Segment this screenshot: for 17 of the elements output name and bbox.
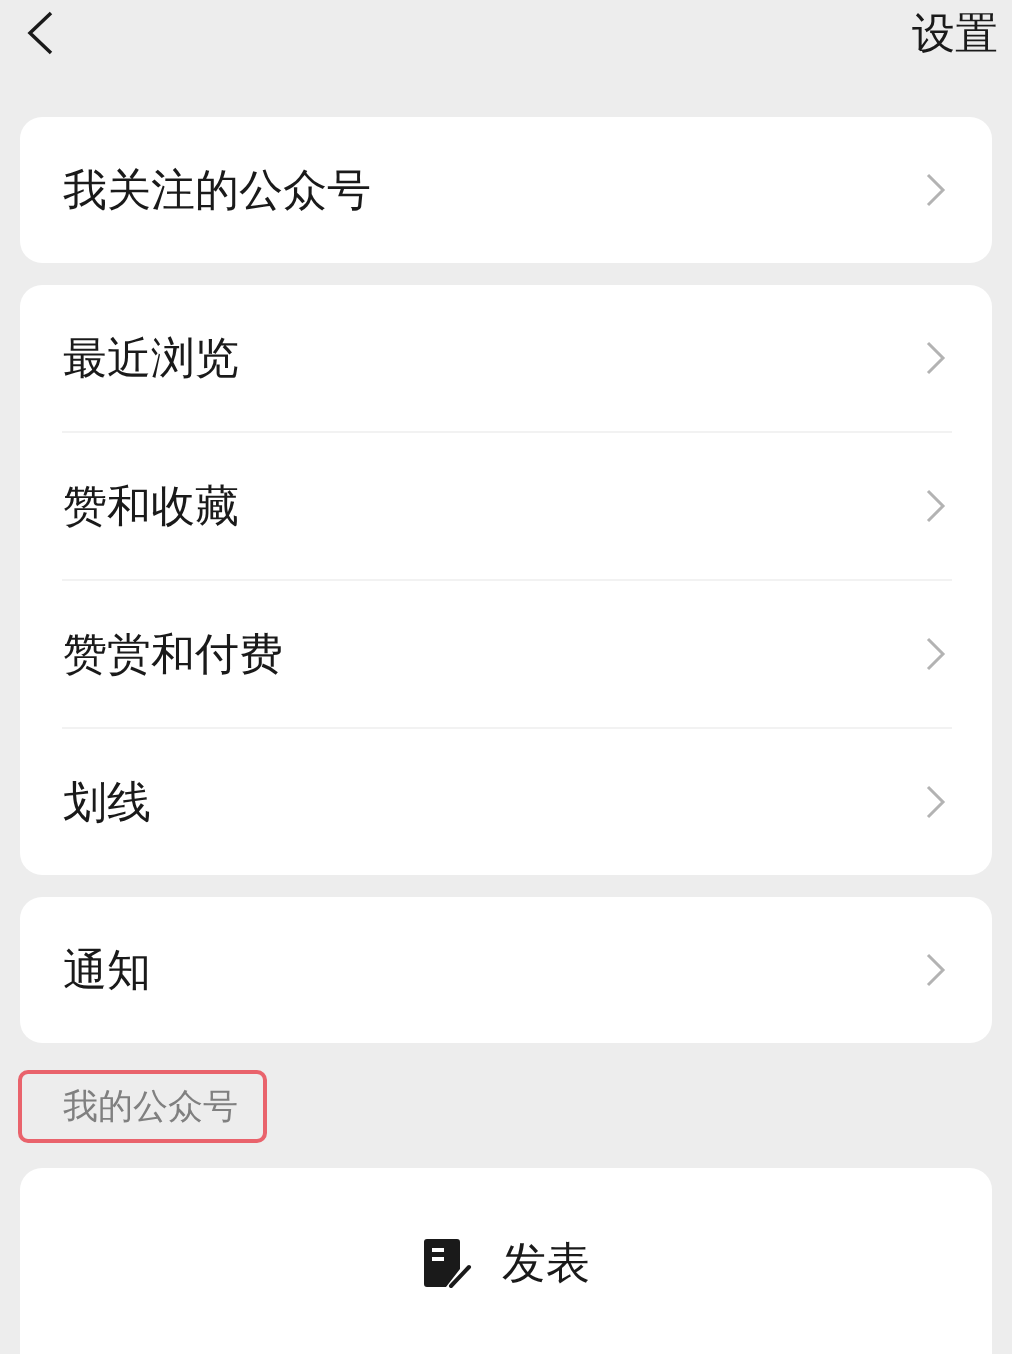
page-title: 设置 — [912, 11, 998, 55]
menu-item[interactable]: 通知 — [20, 897, 992, 1043]
menu-item[interactable]: 赞和收藏 — [20, 433, 992, 579]
section-label: 我的公众号 — [63, 1089, 238, 1124]
publish-button[interactable]: 发表 — [422, 1238, 590, 1288]
chevron-right-icon — [926, 173, 946, 207]
menu-item[interactable]: 划线 — [20, 729, 992, 875]
menu-item[interactable]: 最近浏览 — [20, 285, 992, 431]
compose-icon — [422, 1238, 472, 1288]
menu-item[interactable]: 我关注的公众号 — [20, 117, 992, 263]
back-icon[interactable] — [27, 11, 53, 55]
chevron-right-icon — [926, 637, 946, 671]
chevron-right-icon — [926, 489, 946, 523]
chevron-right-icon — [926, 953, 946, 987]
chevron-right-icon — [926, 341, 946, 375]
menu-item[interactable]: 赞赏和付费 — [20, 581, 992, 727]
chevron-right-icon — [926, 785, 946, 819]
